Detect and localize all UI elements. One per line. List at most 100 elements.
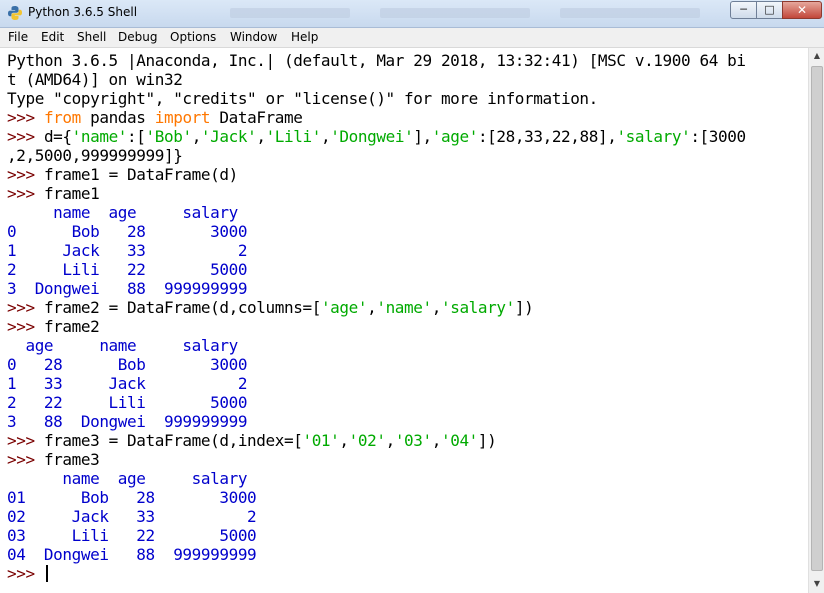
string-literal: 'salary' <box>440 298 515 317</box>
menu-help[interactable]: Help <box>291 29 318 46</box>
idle-shell-window: Python 3.6.5 Shell ─ □ ✕ File Edit Shell… <box>0 0 824 593</box>
input-line: >>> from pandas import DataFrame <box>7 108 303 127</box>
output-line: 1 33 Jack 2 <box>7 374 248 393</box>
scroll-up-icon[interactable]: ▲ <box>809 48 824 64</box>
prompt: >>> <box>7 165 44 184</box>
window-title: Python 3.6.5 Shell <box>28 5 138 19</box>
menu-shell[interactable]: Shell <box>77 29 106 46</box>
blurred-region <box>380 8 530 18</box>
output-line: 3 88 Dongwei 999999999 <box>7 412 248 431</box>
string-literal: 'Jack' <box>200 127 257 146</box>
input-line: >>> d={'name':['Bob','Jack','Lili','Dong… <box>7 127 746 146</box>
output-line: age name salary <box>7 336 238 355</box>
prompt: >>> <box>7 127 44 146</box>
string-literal: '02' <box>348 431 386 450</box>
scroll-down-icon[interactable]: ▼ <box>809 576 824 592</box>
code-text: ], <box>413 127 432 146</box>
code-text: :[28,33,22,88], <box>477 127 617 146</box>
output-line: 04 Dongwei 88 999999999 <box>7 545 257 564</box>
code-text: , <box>256 127 266 146</box>
prompt: >>> <box>7 298 44 317</box>
string-literal: 'name' <box>376 298 432 317</box>
string-literal: 'Dongwei' <box>330 127 414 146</box>
string-literal: 'Bob' <box>145 127 193 146</box>
menu-edit[interactable]: Edit <box>41 29 64 46</box>
output-line: name age salary <box>7 203 238 222</box>
menu-debug[interactable]: Debug <box>118 29 157 46</box>
code-text: frame3 <box>43 450 100 469</box>
blurred-region <box>230 8 350 18</box>
input-line: >>> frame2 = DataFrame(d,columns=['age',… <box>7 298 534 317</box>
output-line: name age salary <box>7 469 248 488</box>
keyword: from <box>43 108 81 127</box>
code-text: , <box>367 298 377 317</box>
output-line: 0 28 Bob 3000 <box>7 355 248 374</box>
code-text: DataFrame <box>210 108 303 127</box>
minimize-icon: ─ <box>740 3 747 16</box>
input-line: >>> frame3 = DataFrame(d,index=['01','02… <box>7 431 497 450</box>
code-text: , <box>385 431 396 450</box>
banner-line: Python 3.6.5 |Anaconda, Inc.| (default, … <box>7 51 746 70</box>
code-text: frame1 <box>43 184 100 203</box>
vertical-scrollbar[interactable]: ▲ ▼ <box>808 48 824 593</box>
input-line: >>> frame3 <box>7 450 100 469</box>
code-text: , <box>320 127 331 146</box>
prompt: >>> <box>7 450 44 469</box>
code-text: frame3 = DataFrame(d,index=[ <box>43 431 303 450</box>
code-text: frame1 = DataFrame(d) <box>43 165 238 184</box>
code-text: , <box>191 127 202 146</box>
input-line: >>> frame1 = DataFrame(d) <box>7 165 238 184</box>
scroll-thumb[interactable] <box>811 66 823 571</box>
code-text: , <box>339 431 349 450</box>
code-text: , <box>431 431 442 450</box>
output-line: 01 Bob 28 3000 <box>7 488 257 507</box>
keyword: import <box>154 108 211 127</box>
maximize-button[interactable]: □ <box>756 1 783 19</box>
code-text: , <box>431 298 442 317</box>
menu-window[interactable]: Window <box>230 29 277 46</box>
close-icon: ✕ <box>796 3 808 17</box>
string-literal: 'age' <box>320 298 368 317</box>
menu-file[interactable]: File <box>8 29 28 46</box>
minimize-button[interactable]: ─ <box>730 1 757 19</box>
text-cursor <box>45 565 48 582</box>
output-line: 0 Bob 28 3000 <box>7 222 248 241</box>
string-literal: 'Lili' <box>265 127 322 146</box>
code-text: frame2 <box>43 317 100 336</box>
output-line: 2 22 Lili 5000 <box>7 393 248 412</box>
title-bar[interactable]: Python 3.6.5 Shell ─ □ ✕ <box>0 0 824 28</box>
prompt: >>> <box>7 317 44 336</box>
menu-bar: File Edit Shell Debug Options Window Hel… <box>0 28 824 48</box>
code-text: frame2 = DataFrame(d,columns=[ <box>43 298 321 317</box>
code-text: pandas <box>80 108 155 127</box>
output-line: 02 Jack 33 2 <box>7 507 257 526</box>
code-text: :[3000 <box>690 127 746 146</box>
string-literal: '03' <box>394 431 432 450</box>
string-literal: 'age' <box>431 127 479 146</box>
prompt: >>> <box>7 564 44 583</box>
prompt: >>> <box>7 108 44 127</box>
string-literal: 'name' <box>71 127 128 146</box>
input-line: >>> frame1 <box>7 184 100 203</box>
python-logo-icon <box>8 6 22 20</box>
blurred-region <box>560 8 700 18</box>
close-button[interactable]: ✕ <box>782 1 822 19</box>
prompt: >>> <box>7 431 44 450</box>
banner-line: Type "copyright", "credits" or "license(… <box>7 89 598 108</box>
string-literal: '01' <box>302 431 340 450</box>
active-input-line[interactable]: >>> <box>7 564 48 583</box>
code-text: :[ <box>127 127 146 146</box>
output-line: 1 Jack 33 2 <box>7 241 248 260</box>
shell-text-area[interactable]: Python 3.6.5 |Anaconda, Inc.| (default, … <box>0 48 808 593</box>
output-line: 2 Lili 22 5000 <box>7 260 248 279</box>
prompt: >>> <box>7 184 44 203</box>
banner-line: t (AMD64)] on win32 <box>7 70 183 89</box>
output-line: 03 Lili 22 5000 <box>7 526 257 545</box>
input-line: >>> frame2 <box>7 317 100 336</box>
maximize-icon: □ <box>764 3 775 16</box>
output-line: 3 Dongwei 88 999999999 <box>7 279 248 298</box>
input-line-wrap: ,2,5000,999999999]} <box>7 146 183 165</box>
menu-options[interactable]: Options <box>170 29 216 46</box>
string-literal: '04' <box>440 431 478 450</box>
code-text: d={ <box>43 127 72 146</box>
